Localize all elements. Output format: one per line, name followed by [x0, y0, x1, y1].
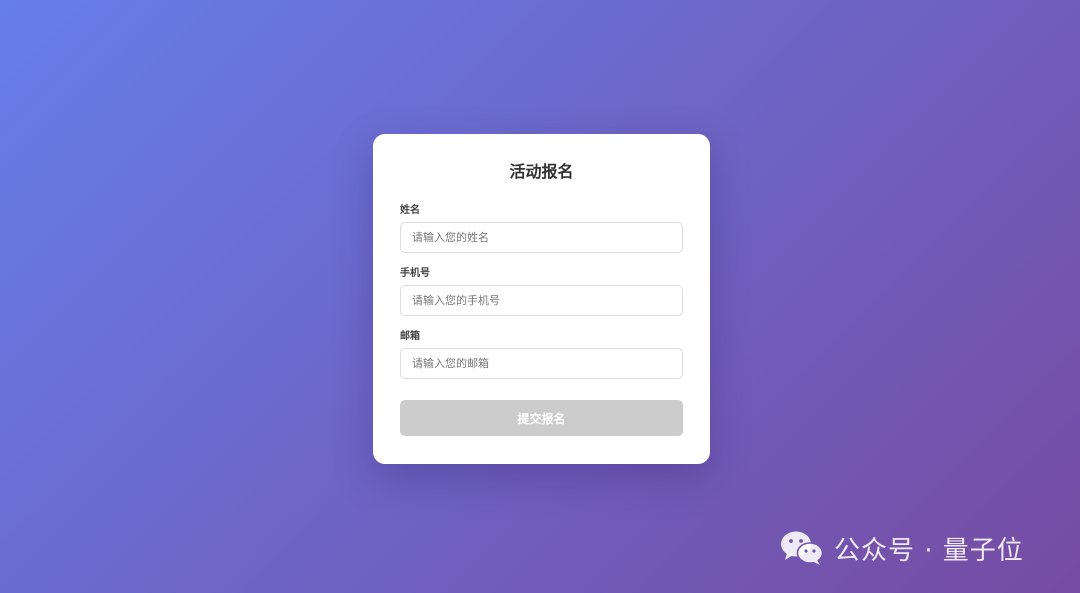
- watermark: 公众号 · 量子位: [780, 526, 1024, 570]
- email-field-group: 邮箱: [400, 331, 683, 379]
- phone-label: 手机号: [400, 268, 430, 279]
- name-input[interactable]: [400, 222, 683, 253]
- watermark-text: 公众号 · 量子位: [834, 535, 1024, 566]
- submit-button[interactable]: 提交报名: [400, 400, 683, 436]
- phone-field-group: 手机号: [400, 268, 683, 316]
- registration-card: 活动报名 姓名 手机号 邮箱 提交报名: [373, 134, 710, 464]
- name-label: 姓名: [400, 205, 420, 216]
- email-label: 邮箱: [400, 331, 420, 342]
- phone-input[interactable]: [400, 285, 683, 316]
- email-input[interactable]: [400, 348, 683, 379]
- name-field-group: 姓名: [400, 205, 683, 253]
- wechat-icon: [781, 531, 824, 565]
- form-title: 活动报名: [509, 162, 574, 181]
